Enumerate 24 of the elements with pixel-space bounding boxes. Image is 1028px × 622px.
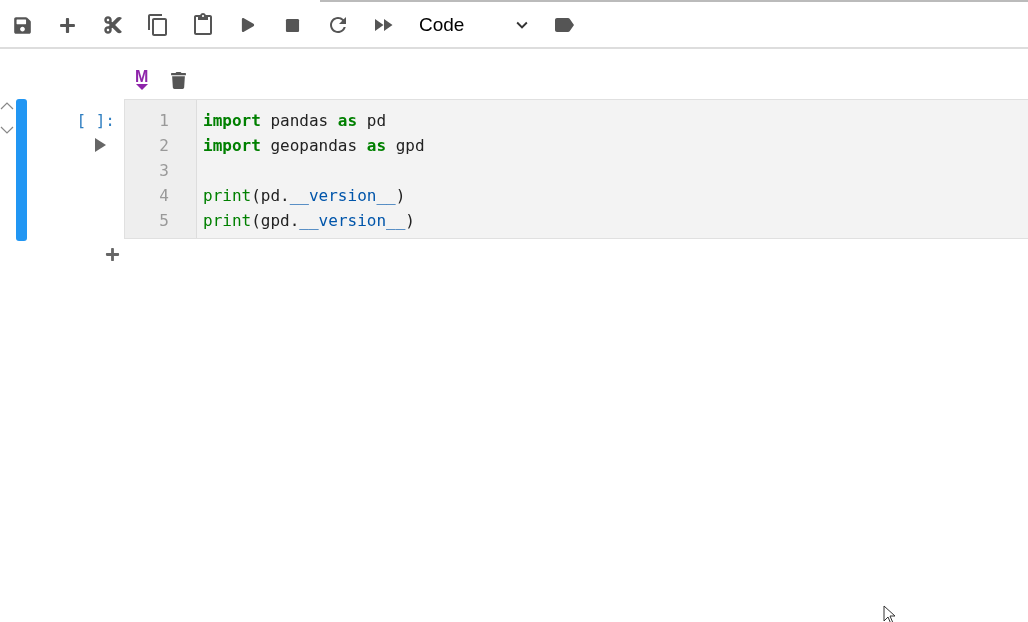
line-number: 3 <box>158 160 170 182</box>
line-number: 4 <box>158 185 170 207</box>
code-line: import geopandas as gpd <box>203 135 425 157</box>
code-editor[interactable]: 1 2 3 4 5 import pandas as pd import geopandas as gpd print(pd.__version__) print(gpd.__version__) <box>124 99 1028 239</box>
add-cell-button[interactable] <box>105 247 120 262</box>
move-arrows-icon[interactable] <box>0 101 14 135</box>
play-icon <box>240 18 255 32</box>
scissors-icon <box>102 15 123 35</box>
copy-icon <box>145 13 170 37</box>
code-line: import pandas as pd <box>203 110 388 132</box>
cell-type-dropdown[interactable]: Code <box>411 9 541 41</box>
cell-prompt: [ ]: <box>76 111 116 130</box>
line-number: 5 <box>158 210 170 232</box>
code-line: print(gpd.__version__) <box>203 210 416 232</box>
stop-icon <box>285 17 300 33</box>
plus-icon <box>59 16 76 34</box>
code-line: print(pd.__version__) <box>203 185 407 207</box>
save-icon <box>13 15 32 35</box>
markdown-toggle[interactable]: M <box>135 70 149 90</box>
line-number: 2 <box>158 135 170 157</box>
run-cell-button[interactable] <box>95 138 106 152</box>
line-number: 1 <box>158 110 170 132</box>
plus-icon <box>105 247 120 262</box>
trash-icon <box>170 71 188 89</box>
